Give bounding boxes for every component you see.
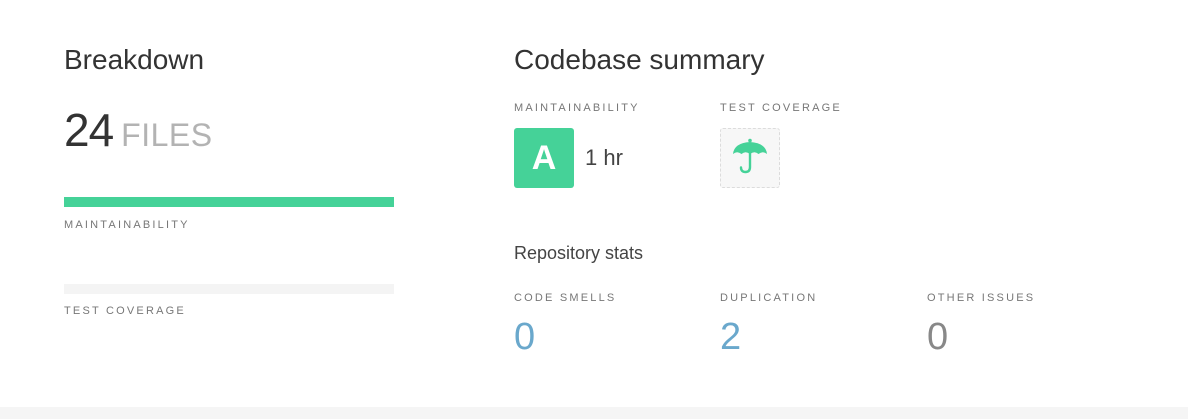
test-coverage-bar-label: TEST COVERAGE — [64, 305, 186, 317]
breakdown-section: Breakdown 24 FILES MAINTAINABILITY TEST C… — [64, 42, 394, 317]
stat-code-smells[interactable]: CODE SMELLS 0 — [514, 291, 617, 358]
test-coverage-metric: TEST COVERAGE — [720, 101, 842, 188]
stat-code-smells-value[interactable]: 0 — [514, 315, 535, 359]
codebase-summary-section: Codebase summary MAINTAINABILITY A 1 hr … — [514, 42, 1134, 358]
test-coverage-label: TEST COVERAGE — [720, 102, 842, 114]
file-count-unit: FILES — [121, 117, 213, 153]
maintainability-bar-label: MAINTAINABILITY — [64, 219, 190, 231]
maintainability-time: 1 hr — [585, 145, 623, 170]
test-coverage-bar[interactable] — [64, 284, 394, 294]
footer-strip — [0, 407, 1188, 419]
file-count-number: 24 — [64, 104, 114, 156]
maintainability-grade-row[interactable]: A 1 hr — [514, 128, 623, 188]
maintainability-label: MAINTAINABILITY — [514, 102, 640, 114]
repository-stats-title: Repository stats — [514, 243, 644, 263]
maintainability-metric: MAINTAINABILITY A 1 hr — [514, 101, 640, 188]
stat-duplication-label: DUPLICATION — [720, 292, 818, 304]
umbrella-icon — [730, 137, 770, 180]
stat-duplication[interactable]: DUPLICATION 2 — [720, 291, 818, 358]
maintainability-bar-fill — [64, 197, 394, 207]
stat-other-issues-value: 0 — [927, 316, 949, 358]
maintainability-bar[interactable] — [64, 197, 394, 207]
breakdown-title: Breakdown — [64, 44, 205, 75]
test-coverage-placeholder[interactable] — [720, 128, 780, 188]
stat-other-issues-label: OTHER ISSUES — [927, 292, 1036, 304]
stat-duplication-value[interactable]: 2 — [720, 315, 741, 359]
page: Breakdown 24 FILES MAINTAINABILITY TEST C… — [0, 0, 1188, 407]
codebase-summary-title: Codebase summary — [514, 44, 765, 75]
stat-other-issues: OTHER ISSUES 0 — [927, 291, 1036, 358]
file-count: 24 FILES — [64, 104, 394, 156]
maintainability-grade-badge[interactable]: A — [514, 128, 574, 188]
stat-code-smells-label: CODE SMELLS — [514, 292, 617, 304]
